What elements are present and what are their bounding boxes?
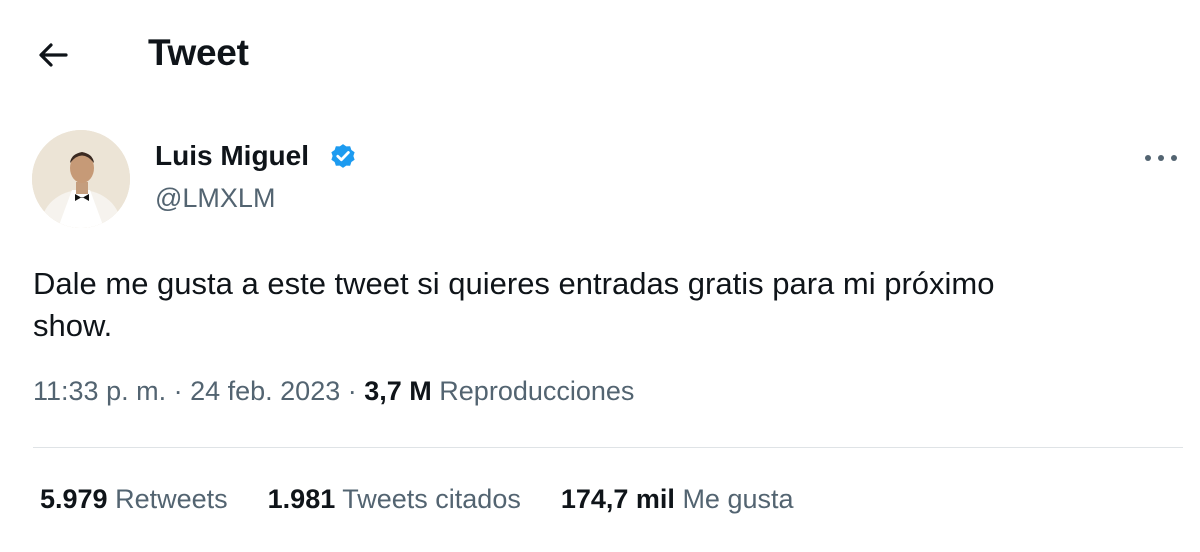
views-count: 3,7 M <box>364 376 432 406</box>
tweet-stats: 5.979 Retweets 1.981 Tweets citados 174,… <box>40 484 834 515</box>
meta-separator: · <box>347 376 365 406</box>
retweets-stat[interactable]: 5.979 Retweets <box>40 484 228 515</box>
author-name[interactable]: Luis Miguel <box>155 140 309 172</box>
likes-count: 174,7 mil <box>560 484 675 514</box>
more-horizontal-icon <box>1145 155 1177 161</box>
header-bar: Tweet <box>0 0 1200 110</box>
retweets-label: Retweets <box>115 484 228 514</box>
divider <box>33 447 1183 448</box>
tweet-meta: 11:33 p. m. · 24 feb. 2023 · 3,7 M Repro… <box>33 376 634 407</box>
tweet-date[interactable]: 24 feb. 2023 <box>190 376 340 406</box>
arrow-left-icon <box>39 43 68 67</box>
tweet-text-line: show. <box>33 308 113 343</box>
more-options-button[interactable] <box>1140 140 1182 176</box>
avatar[interactable] <box>32 130 130 228</box>
meta-separator: · <box>173 376 191 406</box>
page-title: Tweet <box>148 32 249 73</box>
likes-label: Me gusta <box>682 484 794 514</box>
quotes-stat[interactable]: 1.981 Tweets citados <box>268 484 521 515</box>
tweet-text-line: Dale me gusta a este tweet si quieres en… <box>33 266 995 301</box>
avatar-image <box>32 130 130 228</box>
tweet-time[interactable]: 11:33 p. m. <box>33 376 166 406</box>
author-handle[interactable]: @LMXLM <box>155 183 275 214</box>
quotes-count: 1.981 <box>267 484 336 514</box>
tweet-page: Tweet Luis Miguel @LMXLM Dale me gusta a… <box>0 0 1200 552</box>
quotes-label: Tweets citados <box>342 484 521 514</box>
back-button[interactable] <box>32 34 74 76</box>
likes-stat[interactable]: 174,7 mil Me gusta <box>561 484 794 515</box>
views-label: Reproducciones <box>439 376 635 406</box>
retweets-count: 5.979 <box>40 484 108 514</box>
verified-badge-icon <box>331 144 355 168</box>
tweet-text: Dale me gusta a este tweet si quieres en… <box>33 263 1163 347</box>
